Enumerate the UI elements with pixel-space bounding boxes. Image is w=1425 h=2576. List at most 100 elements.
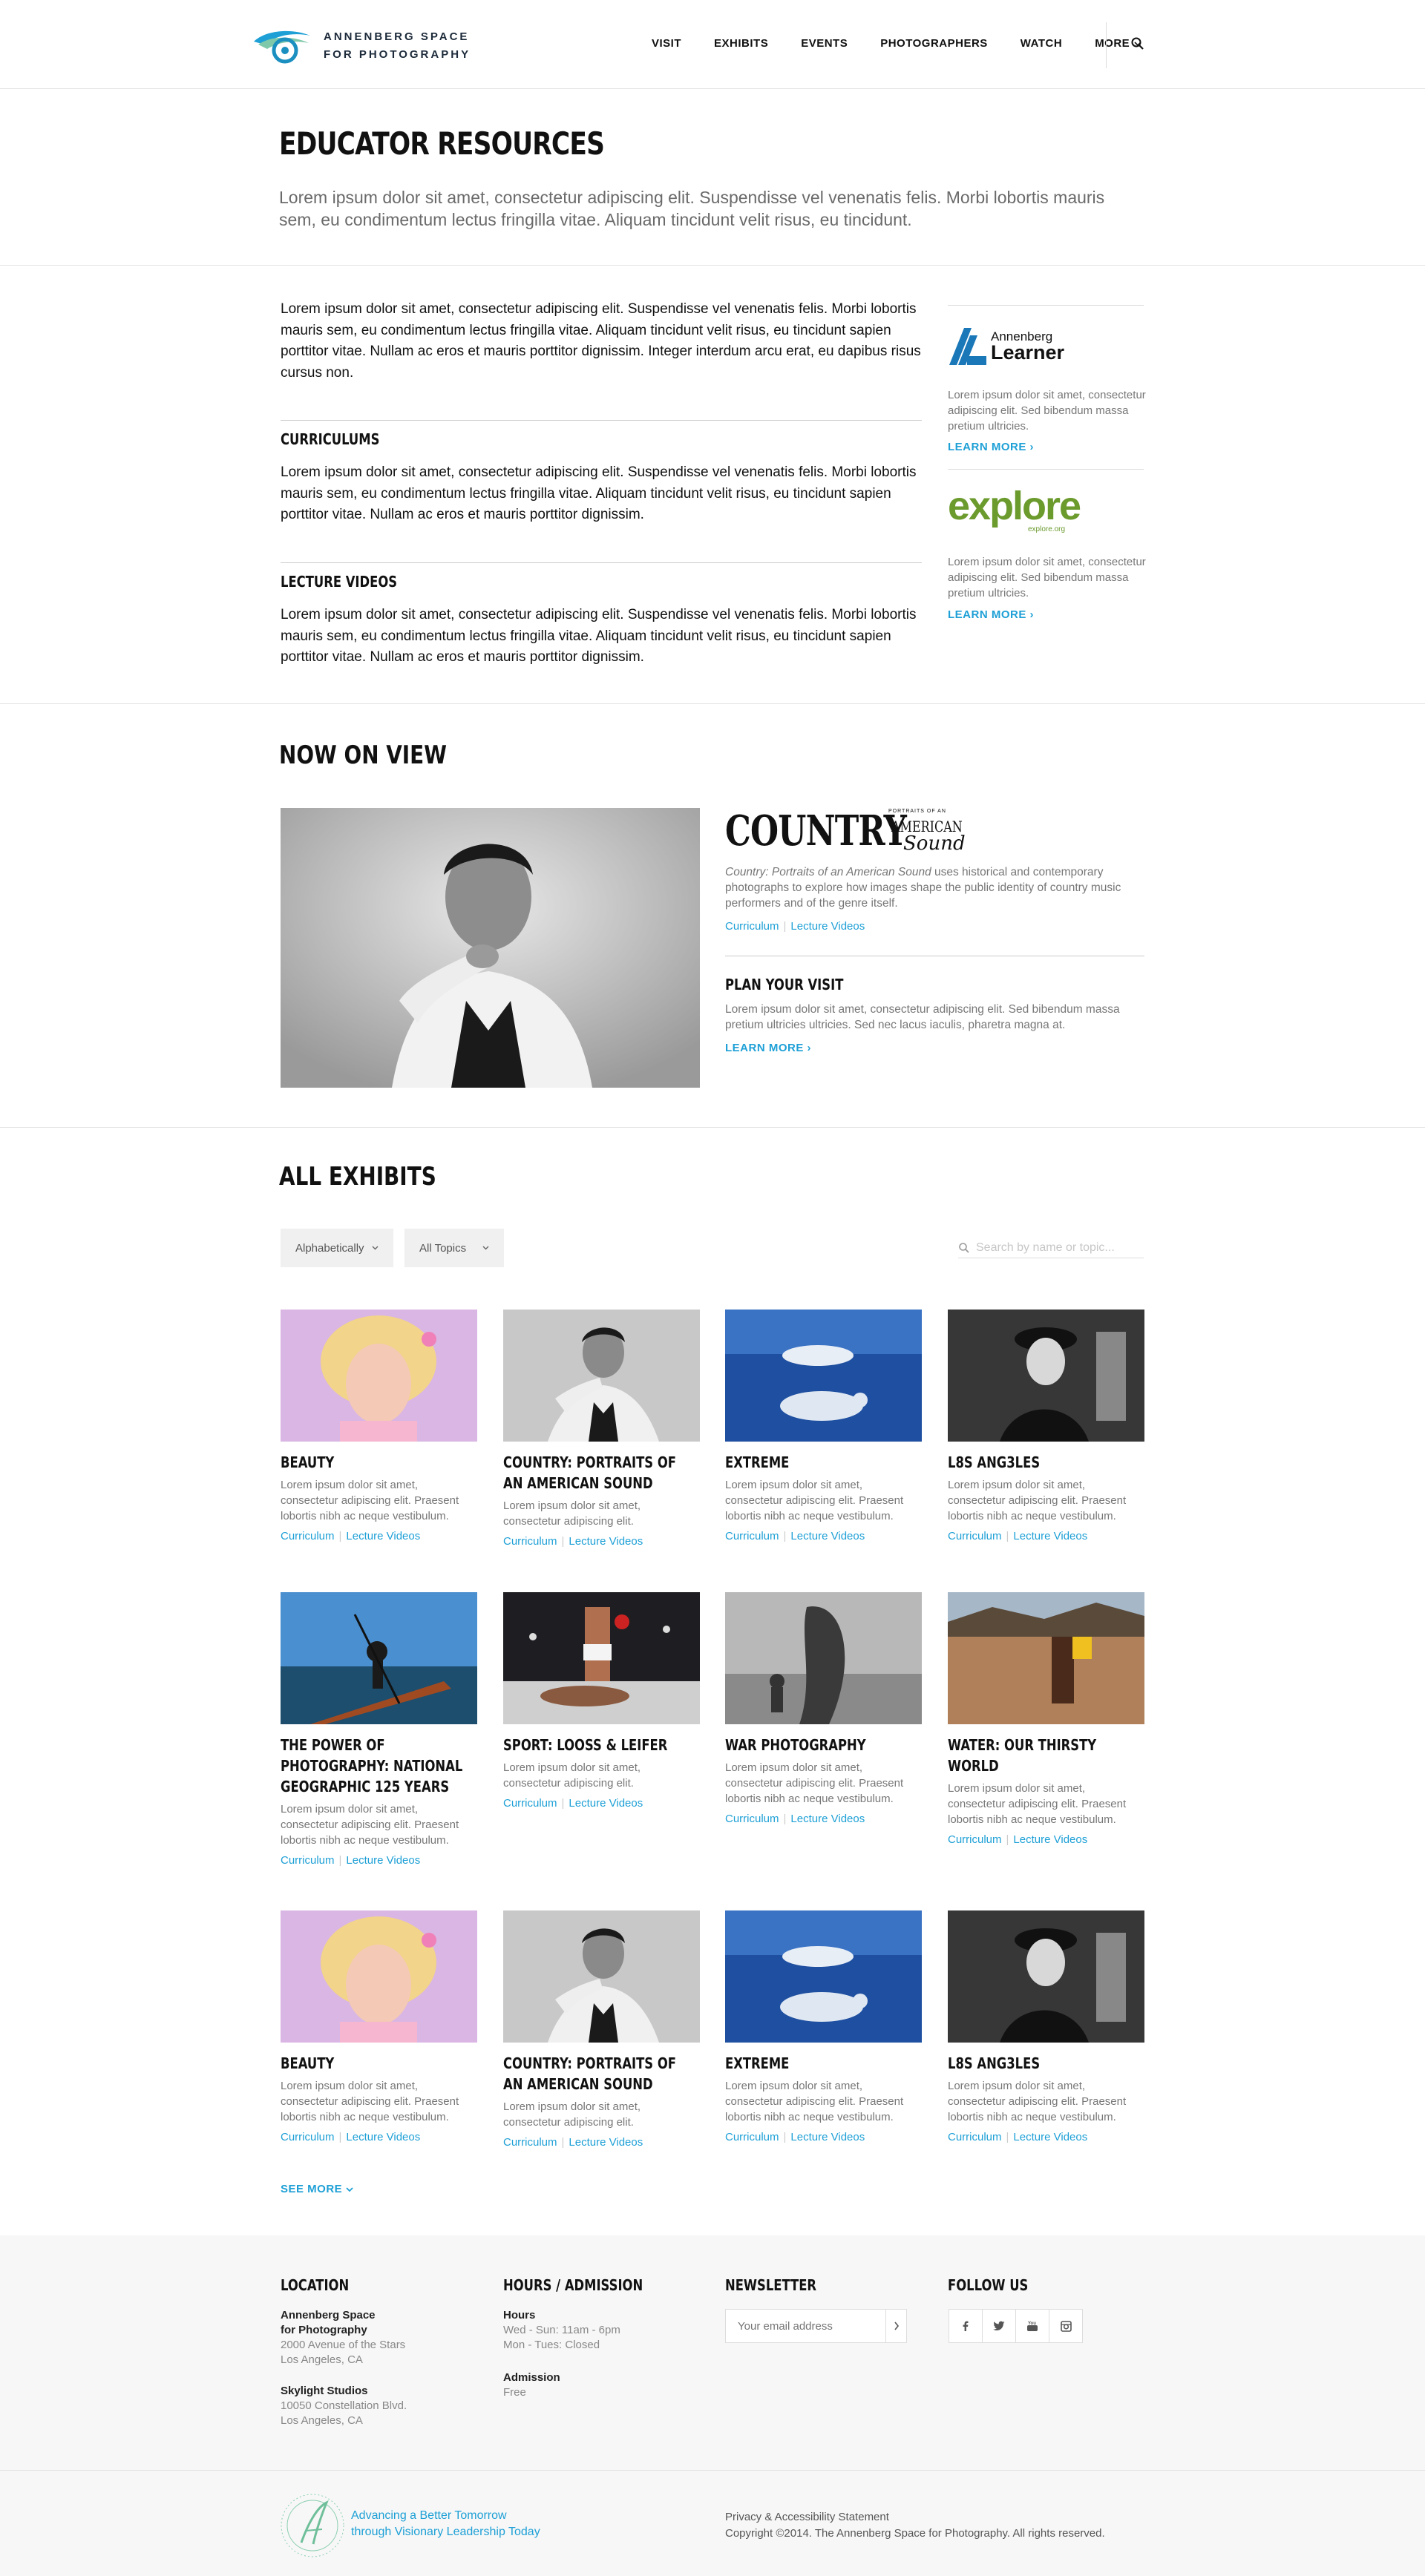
exhibit-thumbnail-beauty[interactable] xyxy=(281,1310,477,1442)
instagram-icon[interactable] xyxy=(1049,2309,1083,2343)
exhibit-thumbnail-war[interactable] xyxy=(725,1592,922,1724)
exhibit-card: WAR PHOTOGRAPHY Lorem ipsum dolor sit ame… xyxy=(725,1592,922,1825)
exhibit-links: Curriculum | Lecture Videos xyxy=(503,2136,700,2149)
exhibit-title[interactable]: COUNTRY: PORTRAITS OF AN AMERICAN SOUND xyxy=(503,2053,698,2094)
exhibit-title[interactable]: L8S ANG3LES xyxy=(948,2053,1142,2074)
lecture-videos-link[interactable]: Lecture Videos xyxy=(346,2131,420,2143)
newsletter-submit-button[interactable] xyxy=(885,2310,906,2342)
lecture-videos-link[interactable]: Lecture Videos xyxy=(1013,1833,1087,1846)
exhibit-search-input[interactable] xyxy=(976,1241,1139,1255)
exhibit-card: BEAUTY Lorem ipsum dolor sit amet, consec… xyxy=(281,1910,477,2143)
lecture-videos-link[interactable]: Lecture Videos xyxy=(1013,2131,1087,2143)
country-logo-main: COUNTRY xyxy=(725,806,907,855)
hours-line-2: Mon - Tues: Closed xyxy=(503,2339,600,2351)
exhibit-thumbnail-la[interactable] xyxy=(948,1310,1144,1442)
site-logo[interactable]: Annenberg Space for Photography xyxy=(251,25,471,67)
exhibit-title[interactable]: THE POWER OF PHOTOGRAPHY: NATIONAL GEOGR… xyxy=(281,1735,475,1797)
link-separator: | xyxy=(783,1530,787,1542)
annenberg-learner-logo[interactable]: Annenberg Learner xyxy=(948,326,1064,367)
link-separator: | xyxy=(561,1535,565,1548)
nav-exhibits[interactable]: EXHIBITS xyxy=(714,37,768,50)
twitter-icon[interactable] xyxy=(982,2309,1016,2343)
nav-watch[interactable]: WATCH xyxy=(1021,37,1062,50)
lecture-videos-link[interactable]: Lecture Videos xyxy=(569,1535,643,1548)
exhibit-links: Curriculum | Lecture Videos xyxy=(948,1833,1144,1846)
curriculum-link[interactable]: Curriculum xyxy=(503,2136,557,2149)
topic-dropdown-label: All Topics xyxy=(419,1241,467,1255)
curriculum-link[interactable]: Curriculum xyxy=(503,1797,557,1810)
facebook-icon[interactable] xyxy=(949,2309,983,2343)
social-links: You xyxy=(949,2309,1083,2343)
explore-logo[interactable]: explore explore.org xyxy=(948,484,1118,536)
plan-learn-more-link[interactable]: LEARN MORE › xyxy=(725,1042,811,1054)
search-icon xyxy=(959,1242,969,1253)
sort-dropdown[interactable]: Alphabetically xyxy=(281,1229,393,1267)
plan-your-visit-text: Lorem ipsum dolor sit amet, consectetur … xyxy=(725,1003,1120,1031)
link-separator: | xyxy=(1006,1833,1009,1846)
lecture-videos-link[interactable]: Lecture Videos xyxy=(346,1854,420,1867)
hours-line-1: Wed - Sun: 11am - 6pm xyxy=(503,2324,620,2336)
exhibit-title[interactable]: EXTREME xyxy=(725,1452,920,1473)
exhibit-title[interactable]: EXTREME xyxy=(725,2053,920,2074)
exhibit-card: COUNTRY: PORTRAITS OF AN AMERICAN SOUND L… xyxy=(503,1910,700,2149)
nav-events[interactable]: EVENTS xyxy=(801,37,848,50)
curriculum-link[interactable]: Curriculum xyxy=(281,1854,335,1867)
exhibit-card: BEAUTY Lorem ipsum dolor sit amet, consec… xyxy=(281,1310,477,1542)
nav-photographers[interactable]: PHOTOGRAPHERS xyxy=(880,37,988,50)
exhibit-title[interactable]: WAR PHOTOGRAPHY xyxy=(725,1735,920,1755)
exhibit-thumbnail-la[interactable] xyxy=(948,1910,1144,2043)
chevron-right-icon xyxy=(894,2322,899,2330)
explore-learn-more-link[interactable]: LEARN MORE › xyxy=(948,608,1034,621)
exhibit-description: Lorem ipsum dolor sit amet, consectetur … xyxy=(725,1761,904,1805)
privacy-link[interactable]: Privacy & Accessibility Statement xyxy=(725,2509,1105,2526)
now-on-view-description: Country: Portraits of an American Sound … xyxy=(725,864,1144,911)
curriculum-link[interactable]: Curriculum xyxy=(948,1530,1002,1542)
exhibit-thumbnail-country[interactable] xyxy=(503,1310,700,1442)
curriculum-link[interactable]: Curriculum xyxy=(281,2131,335,2143)
newsletter-email-input[interactable] xyxy=(726,2310,885,2342)
curriculum-link[interactable]: Curriculum xyxy=(725,1813,779,1825)
exhibit-title[interactable]: BEAUTY xyxy=(281,1452,475,1473)
lecture-videos-link[interactable]: Lecture Videos xyxy=(790,920,865,933)
nav-visit[interactable]: VISIT xyxy=(652,37,681,50)
now-on-view-links: Curriculum | Lecture Videos xyxy=(725,920,865,933)
topic-dropdown[interactable]: All Topics xyxy=(404,1229,505,1267)
youtube-icon[interactable]: You xyxy=(1015,2309,1049,2343)
plan-your-visit-title: PLAN YOUR VISIT xyxy=(725,976,844,993)
lecture-videos-link[interactable]: Lecture Videos xyxy=(790,1813,865,1825)
curriculum-link[interactable]: Curriculum xyxy=(948,1833,1002,1846)
curriculum-link[interactable]: Curriculum xyxy=(503,1535,557,1548)
lecture-videos-link[interactable]: Lecture Videos xyxy=(790,2131,865,2143)
exhibit-title[interactable]: L8S ANG3LES xyxy=(948,1452,1142,1473)
learner-learn-more-link[interactable]: LEARN MORE › xyxy=(948,441,1034,453)
exhibit-title[interactable]: BEAUTY xyxy=(281,2053,475,2074)
exhibit-thumbnail-country[interactable] xyxy=(503,1910,700,2043)
lecture-videos-link[interactable]: Lecture Videos xyxy=(346,1530,420,1542)
exhibit-thumbnail-water[interactable] xyxy=(948,1592,1144,1724)
exhibit-name-italic: Country: Portraits of an American Sound xyxy=(725,866,931,878)
curriculum-link[interactable]: Curriculum xyxy=(948,2131,1002,2143)
exhibit-title[interactable]: COUNTRY: PORTRAITS OF AN AMERICAN SOUND xyxy=(503,1452,698,1494)
exhibit-links: Curriculum | Lecture Videos xyxy=(281,1530,477,1542)
exhibit-title[interactable]: SPORT: LOOSS & LEIFER xyxy=(503,1735,698,1755)
lecture-videos-link[interactable]: Lecture Videos xyxy=(569,1797,643,1810)
exhibit-thumbnail-sport[interactable] xyxy=(503,1592,700,1724)
now-on-view-photo[interactable] xyxy=(281,808,700,1088)
lecture-videos-link[interactable]: Lecture Videos xyxy=(569,2136,643,2149)
exhibit-thumbnail-extreme[interactable] xyxy=(725,1910,922,2043)
lecture-videos-link[interactable]: Lecture Videos xyxy=(790,1530,865,1542)
see-more-link[interactable]: SEE MORE xyxy=(281,2183,353,2195)
exhibit-description: Lorem ipsum dolor sit amet, consectetur … xyxy=(281,1479,459,1522)
lecture-videos-link[interactable]: Lecture Videos xyxy=(1013,1530,1087,1542)
exhibit-links: Curriculum | Lecture Videos xyxy=(503,1535,700,1548)
curriculum-link[interactable]: Curriculum xyxy=(725,920,779,933)
exhibit-thumbnail-extreme[interactable] xyxy=(725,1310,922,1442)
curriculum-link[interactable]: Curriculum xyxy=(281,1530,335,1542)
exhibit-thumbnail-beauty[interactable] xyxy=(281,1910,477,2043)
search-icon[interactable] xyxy=(1130,36,1146,52)
exhibit-thumbnail-natgeo[interactable] xyxy=(281,1592,477,1724)
divider xyxy=(281,562,922,563)
curriculum-link[interactable]: Curriculum xyxy=(725,2131,779,2143)
exhibit-title[interactable]: WATER: OUR THIRSTY WORLD xyxy=(948,1735,1142,1776)
curriculum-link[interactable]: Curriculum xyxy=(725,1530,779,1542)
